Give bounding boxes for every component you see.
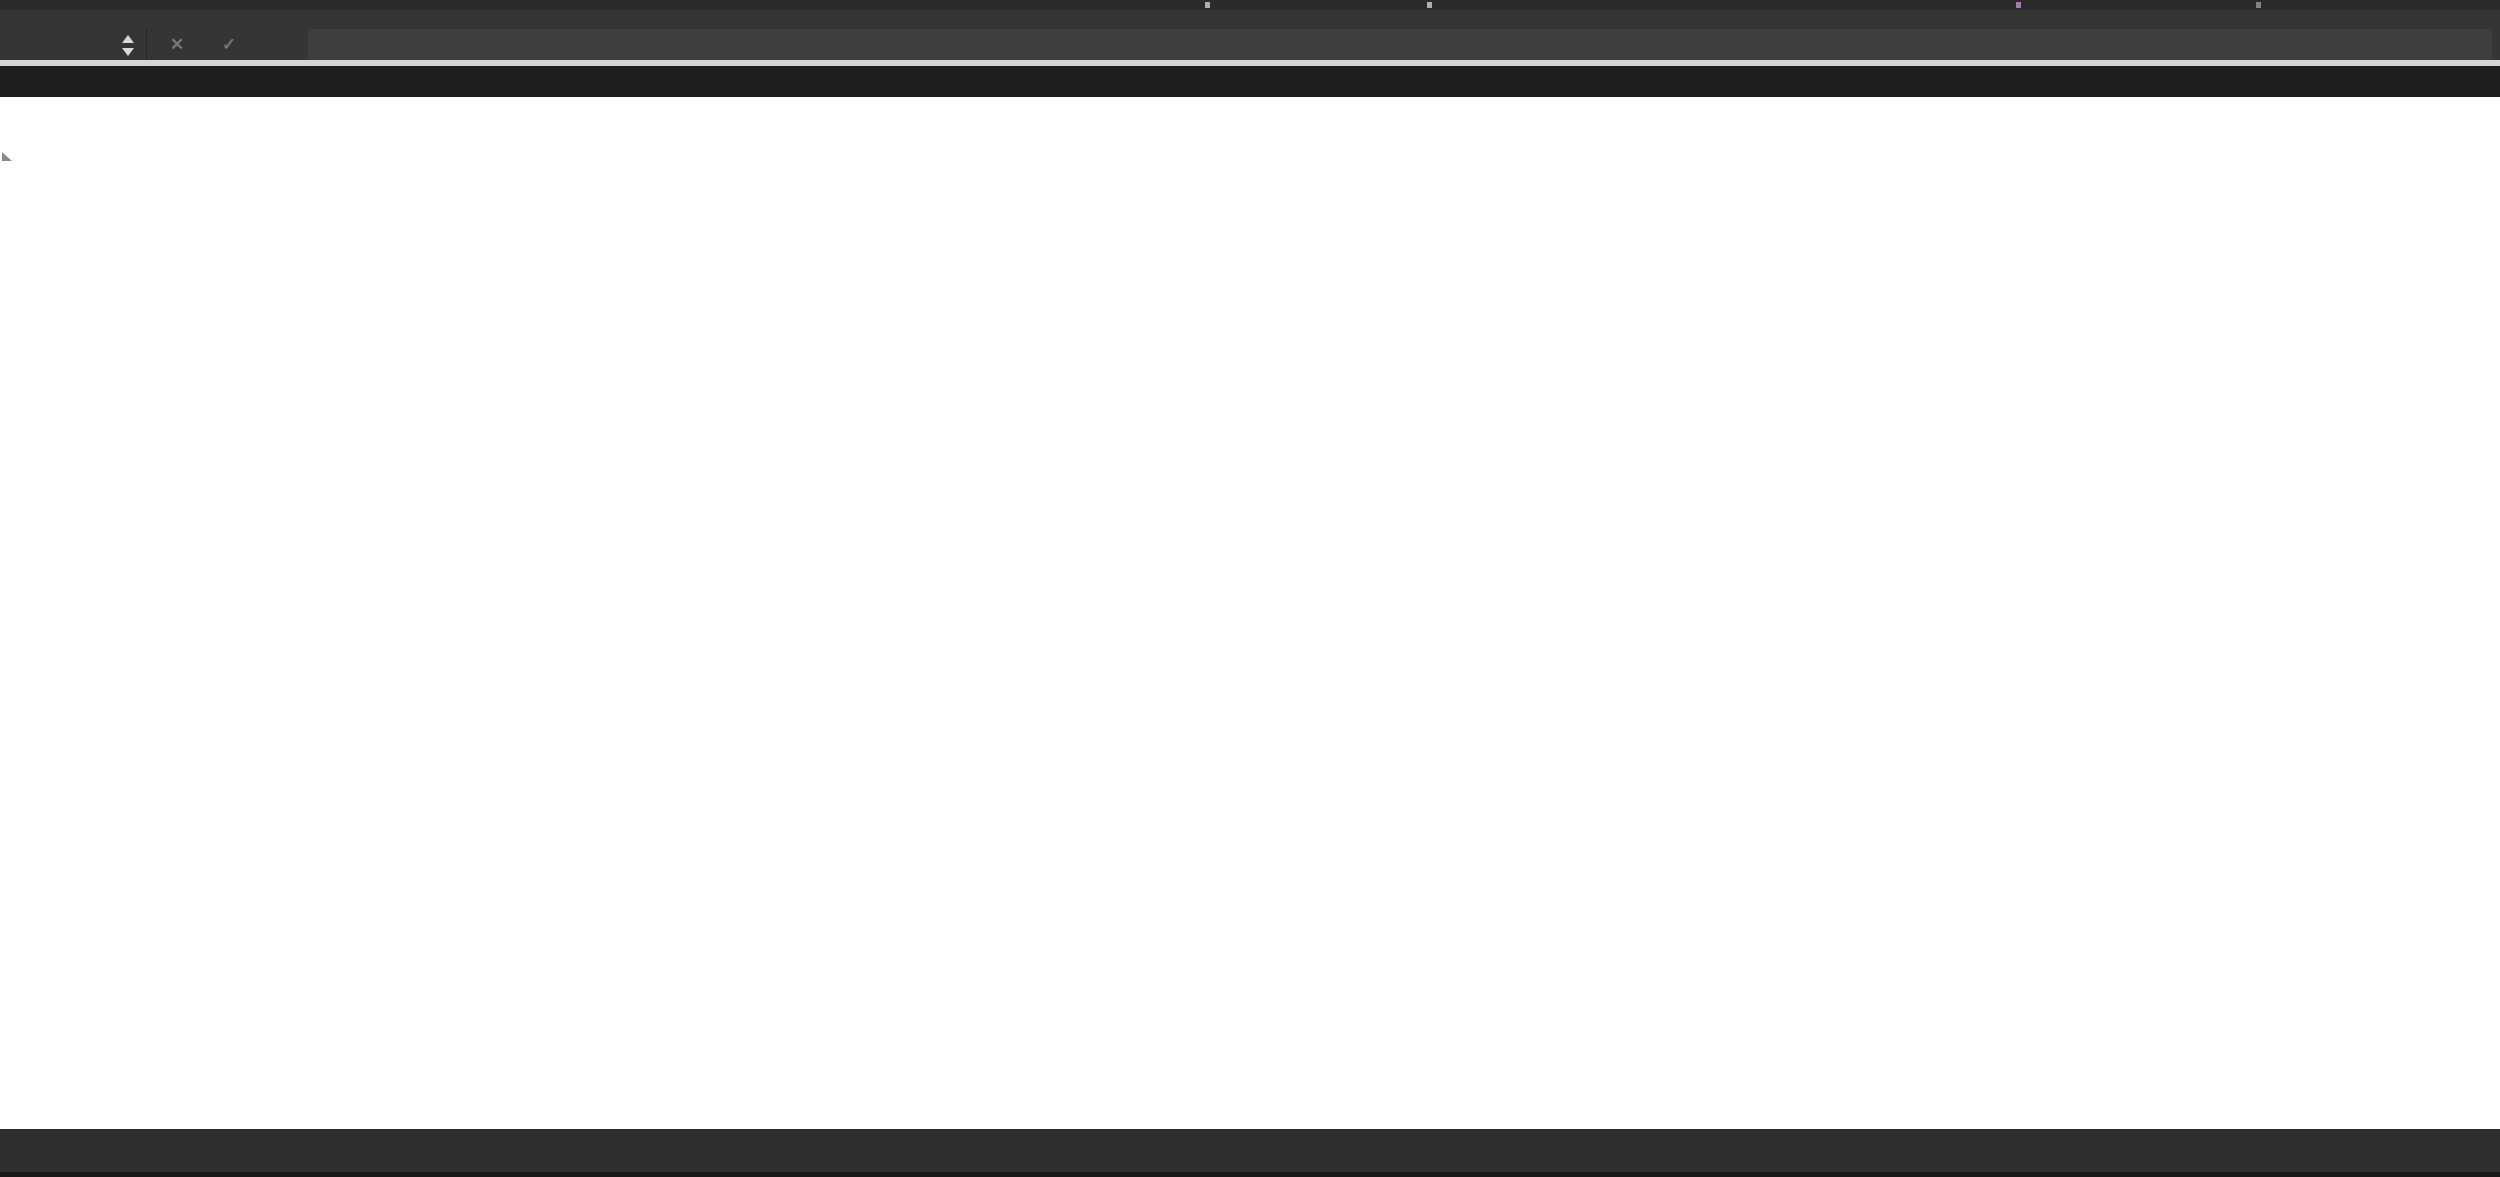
- window-bottom-strip: [0, 1172, 2500, 1177]
- sheet-tab-bar: [0, 1129, 2500, 1177]
- spreadsheet-grid: [0, 0, 2500, 1129]
